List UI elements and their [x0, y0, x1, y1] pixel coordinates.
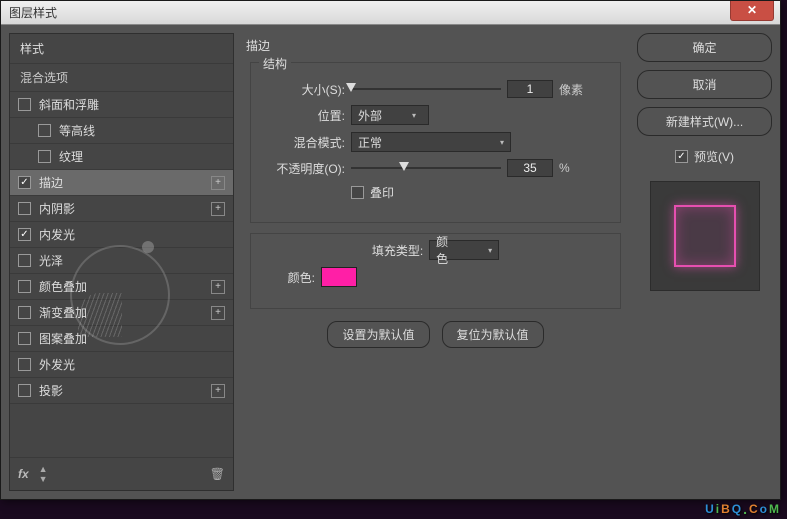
panel-title: 描边	[246, 37, 621, 54]
add-effect-icon[interactable]: +	[211, 306, 225, 320]
preview-checkbox[interactable]: 预览(V)	[637, 148, 772, 165]
size-unit: 像素	[559, 81, 583, 98]
effect-label: 内发光	[39, 226, 225, 243]
ok-button[interactable]: 确定	[637, 33, 772, 62]
add-effect-icon[interactable]: +	[211, 176, 225, 190]
watermark: UiBQ.CoM	[705, 501, 779, 517]
fill-type-row: 填充类型: 颜色▾	[265, 240, 606, 260]
chevron-down-icon: ▾	[412, 111, 416, 120]
position-row: 位置: 外部▾	[265, 105, 606, 125]
fill-group: 填充类型: 颜色▾ 颜色:	[250, 233, 621, 309]
effect-row-8[interactable]: 渐变叠加+	[10, 300, 233, 326]
effect-row-3[interactable]: 描边+	[10, 170, 233, 196]
color-row: 颜色:	[265, 267, 606, 287]
effect-checkbox[interactable]	[18, 332, 31, 345]
effect-label: 描边	[39, 174, 211, 191]
effect-checkbox[interactable]	[18, 384, 31, 397]
effect-label: 光泽	[39, 252, 225, 269]
window-title: 图层样式	[9, 4, 730, 21]
effect-row-0[interactable]: 斜面和浮雕	[10, 92, 233, 118]
effect-row-9[interactable]: 图案叠加	[10, 326, 233, 352]
add-effect-icon[interactable]: +	[211, 202, 225, 216]
blend-select[interactable]: 正常▾	[351, 132, 511, 152]
size-label: 大小(S):	[265, 81, 345, 98]
add-effect-icon[interactable]: +	[211, 280, 225, 294]
button-row: 设置为默认值 复位为默认值	[250, 321, 621, 348]
fill-type-label: 填充类型:	[372, 242, 423, 259]
close-button[interactable]: ✕	[730, 1, 774, 21]
effect-checkbox[interactable]	[18, 280, 31, 293]
effect-checkbox[interactable]	[38, 124, 51, 137]
effect-row-11[interactable]: 投影+	[10, 378, 233, 404]
structure-title: 结构	[259, 55, 291, 72]
position-label: 位置:	[265, 107, 345, 124]
effect-row-5[interactable]: 内发光	[10, 222, 233, 248]
size-input[interactable]	[507, 80, 553, 98]
effect-label: 图案叠加	[39, 330, 225, 347]
layer-style-dialog: 图层样式 ✕ 样式 混合选项 斜面和浮雕等高线纹理描边+内阴影+内发光光泽颜色叠…	[0, 0, 781, 500]
effect-checkbox[interactable]	[18, 98, 31, 111]
effect-row-1[interactable]: 等高线	[10, 118, 233, 144]
new-style-button[interactable]: 新建样式(W)...	[637, 107, 772, 136]
opacity-unit: %	[559, 161, 570, 175]
cancel-button[interactable]: 取消	[637, 70, 772, 99]
structure-group: 结构 大小(S): 像素 位置: 外部▾ 混合模式:	[250, 62, 621, 223]
effect-label: 内阴影	[39, 200, 211, 217]
effect-checkbox[interactable]	[18, 254, 31, 267]
effect-label: 投影	[39, 382, 211, 399]
fill-type-select[interactable]: 颜色▾	[429, 240, 499, 260]
effect-checkbox[interactable]	[18, 176, 31, 189]
preview-swatch	[674, 205, 736, 267]
overprint-checkbox[interactable]: 叠印	[351, 184, 394, 201]
effect-label: 渐变叠加	[39, 304, 211, 321]
effect-label: 外发光	[39, 356, 225, 373]
effect-label: 颜色叠加	[39, 278, 211, 295]
sidebar-blending-options[interactable]: 混合选项	[10, 64, 233, 92]
right-panel: 确定 取消 新建样式(W)... 预览(V)	[637, 33, 772, 491]
effect-row-2[interactable]: 纹理	[10, 144, 233, 170]
effect-checkbox[interactable]	[18, 228, 31, 241]
size-slider[interactable]	[351, 82, 501, 96]
effect-row-4[interactable]: 内阴影+	[10, 196, 233, 222]
titlebar[interactable]: 图层样式 ✕	[1, 1, 780, 25]
make-default-button[interactable]: 设置为默认值	[327, 321, 429, 348]
color-swatch[interactable]	[321, 267, 357, 287]
effect-checkbox[interactable]	[18, 202, 31, 215]
opacity-input[interactable]	[507, 159, 553, 177]
effect-row-7[interactable]: 颜色叠加+	[10, 274, 233, 300]
main-panel: 描边 结构 大小(S): 像素 位置: 外部▾	[244, 33, 627, 491]
opacity-row: 不透明度(O): %	[265, 159, 606, 177]
effect-label: 等高线	[59, 122, 225, 139]
sidebar-footer: fx ▲▼ 🗑	[10, 457, 233, 490]
blend-label: 混合模式:	[265, 134, 345, 151]
sidebar-header[interactable]: 样式	[10, 34, 233, 64]
overprint-row: 叠印	[265, 184, 606, 201]
effect-checkbox[interactable]	[18, 358, 31, 371]
reset-default-button[interactable]: 复位为默认值	[442, 321, 544, 348]
size-row: 大小(S): 像素	[265, 80, 606, 98]
fx-icon[interactable]: fx	[18, 467, 29, 481]
effect-checkbox[interactable]	[38, 150, 51, 163]
blend-row: 混合模式: 正常▾	[265, 132, 606, 152]
effect-label: 纹理	[59, 148, 225, 165]
position-select[interactable]: 外部▾	[351, 105, 429, 125]
effect-row-6[interactable]: 光泽	[10, 248, 233, 274]
effects-sidebar: 样式 混合选项 斜面和浮雕等高线纹理描边+内阴影+内发光光泽颜色叠加+渐变叠加+…	[9, 33, 234, 491]
trash-icon[interactable]: 🗑	[210, 467, 225, 481]
color-label: 颜色:	[265, 269, 315, 286]
effect-row-10[interactable]: 外发光	[10, 352, 233, 378]
opacity-label: 不透明度(O):	[265, 160, 345, 177]
opacity-slider[interactable]	[351, 161, 501, 175]
add-effect-icon[interactable]: +	[211, 384, 225, 398]
effect-label: 斜面和浮雕	[39, 96, 225, 113]
effect-checkbox[interactable]	[18, 306, 31, 319]
preview-box	[650, 181, 760, 291]
reorder-arrows-icon[interactable]: ▲▼	[39, 464, 48, 484]
chevron-down-icon: ▾	[500, 138, 504, 147]
chevron-down-icon: ▾	[488, 246, 492, 255]
